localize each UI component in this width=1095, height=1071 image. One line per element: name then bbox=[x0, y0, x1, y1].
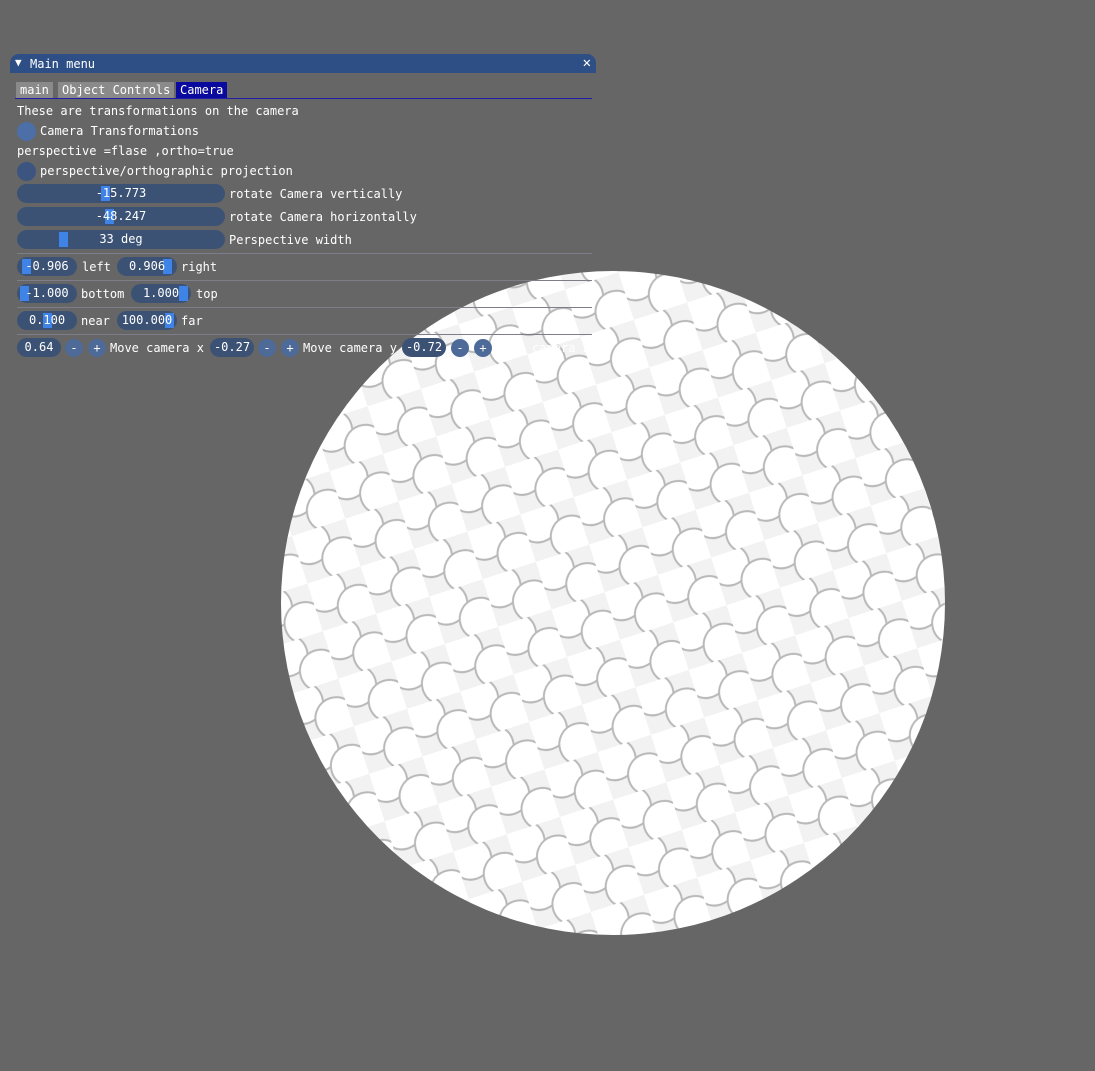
title-bar[interactable]: ▼ Main menu ✕ bbox=[10, 54, 596, 73]
bottom-label: bottom bbox=[81, 287, 125, 301]
move-z-plus-button[interactable]: + bbox=[474, 339, 492, 357]
close-icon[interactable]: ✕ bbox=[583, 55, 591, 71]
separator bbox=[17, 334, 592, 335]
camera-transformations-label: Camera Transformations bbox=[40, 124, 199, 138]
move-y-field[interactable]: -0.27 bbox=[210, 338, 254, 357]
separator bbox=[17, 307, 592, 308]
separator bbox=[17, 253, 592, 254]
left-label: left bbox=[82, 260, 111, 274]
move-z-minus-button[interactable]: - bbox=[451, 339, 469, 357]
slider-value: -48.247 bbox=[95, 209, 147, 223]
near-label: near bbox=[81, 314, 110, 328]
camera-transformations-radio[interactable] bbox=[17, 122, 36, 141]
projection-radio[interactable] bbox=[17, 162, 36, 181]
bottom-slider[interactable]: -1.000 bbox=[17, 284, 77, 303]
move-x-minus-button[interactable]: - bbox=[65, 339, 83, 357]
slider-value: -15.773 bbox=[95, 186, 147, 200]
slider-value: 0.100 bbox=[28, 313, 66, 327]
slider-value: -1.000 bbox=[25, 286, 69, 300]
camera-description: These are transformations on the camera bbox=[17, 104, 299, 118]
projection-label: perspective/orthographic projection bbox=[40, 164, 293, 178]
tab-camera[interactable]: Camera bbox=[176, 82, 228, 98]
separator bbox=[17, 280, 592, 281]
move-x-label: Move camera x bbox=[110, 341, 204, 355]
projection-note: perspective =flase ,ortho=true bbox=[17, 144, 234, 158]
golf-ball bbox=[281, 271, 945, 935]
left-slider[interactable]: -0.906 bbox=[17, 257, 77, 276]
top-slider[interactable]: 1.000 bbox=[131, 284, 191, 303]
move-z-label: Move camera z bbox=[496, 341, 590, 355]
move-y-plus-button[interactable]: + bbox=[281, 339, 299, 357]
right-label: right bbox=[181, 260, 218, 274]
slider-value: 100.000 bbox=[121, 313, 173, 327]
move-x-field[interactable]: 0.64 bbox=[17, 338, 61, 357]
rotate-vertical-slider[interactable]: -15.773 bbox=[17, 184, 225, 203]
slider-value: 33 deg bbox=[99, 232, 143, 246]
near-slider[interactable]: 0.100 bbox=[17, 311, 77, 330]
collapse-triangle-icon[interactable]: ▼ bbox=[15, 56, 22, 69]
rotate-vertical-label: rotate Camera vertically bbox=[229, 187, 403, 201]
tab-main[interactable]: main bbox=[16, 82, 53, 98]
slider-value: 1.000 bbox=[142, 286, 180, 300]
perspective-width-label: Perspective width bbox=[229, 233, 352, 247]
main-menu-window[interactable]: ▼ Main menu ✕ main Object Controls Camer… bbox=[10, 54, 596, 364]
rotate-horizontal-slider[interactable]: -48.247 bbox=[17, 207, 225, 226]
rotate-horizontal-label: rotate Camera horizontally bbox=[229, 210, 417, 224]
far-slider[interactable]: 100.000 bbox=[117, 311, 177, 330]
move-x-plus-button[interactable]: + bbox=[88, 339, 106, 357]
top-label: top bbox=[196, 287, 218, 301]
tab-object-controls[interactable]: Object Controls bbox=[58, 82, 175, 98]
move-y-minus-button[interactable]: - bbox=[258, 339, 276, 357]
slider-value: -0.906 bbox=[25, 259, 69, 273]
right-slider[interactable]: 0.906 bbox=[117, 257, 177, 276]
window-title: Main menu bbox=[30, 57, 96, 71]
far-label: far bbox=[181, 314, 203, 328]
move-z-field[interactable]: -0.72 bbox=[402, 338, 446, 357]
slider-value: 0.906 bbox=[128, 259, 166, 273]
tab-underline bbox=[15, 98, 592, 99]
move-y-label: Move camera y bbox=[303, 341, 397, 355]
perspective-width-slider[interactable]: 33 deg bbox=[17, 230, 225, 249]
